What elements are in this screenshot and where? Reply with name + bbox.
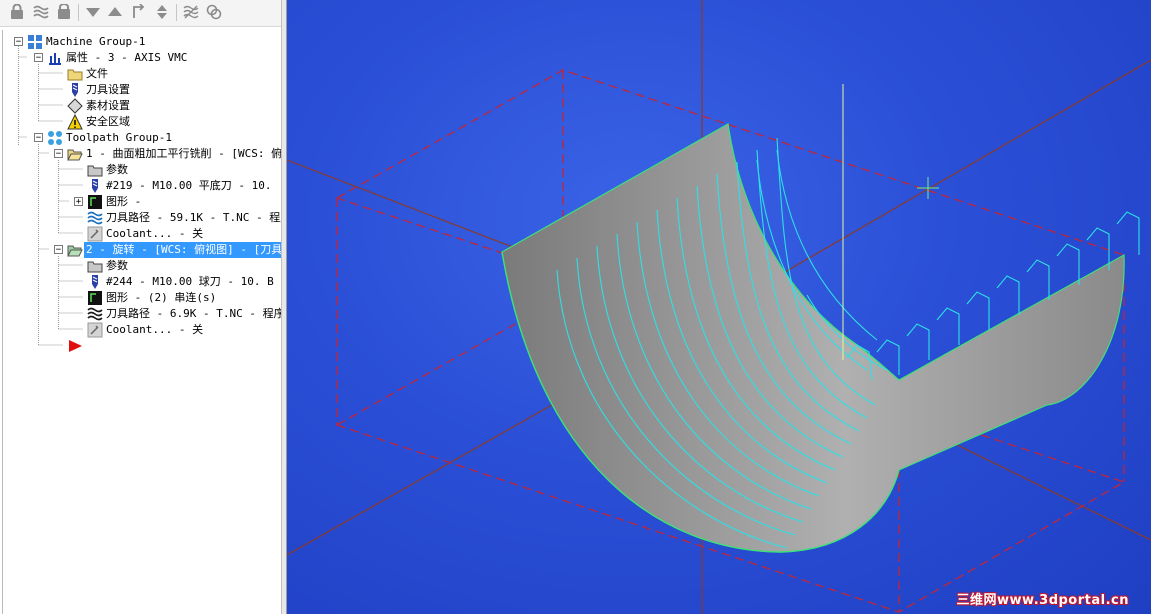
tool-icon [67,82,83,98]
tree-item-label: 参数 [106,259,128,272]
stock-diamond-icon [67,98,83,114]
tree-item-label: Coolant... - 关 [106,323,204,336]
collapse-toggle[interactable]: − [14,37,23,47]
warning-icon [67,113,83,130]
tree-item-op1-params[interactable]: 参数 [87,162,128,178]
tree-item-toolpath-group[interactable]: Toolpath Group-1 [47,130,172,146]
collapse-toggle[interactable]: − [54,245,63,255]
tree-item-op2-tool[interactable]: #244 - M10.00 球刀 - 10. B [87,274,274,290]
coolant-icon [87,322,103,338]
tree-item-op1-toolpath[interactable]: 刀具路径 - 59.1K - T.NC - 程序 [87,210,286,226]
toolpath-icon [87,306,103,322]
toolpath-icon [87,210,103,226]
open-folder-icon [67,146,83,162]
arrow-up-icon[interactable] [106,3,124,21]
tree-item-label: 安全区域 [86,115,130,128]
coolant-icon [87,226,103,242]
lock-icon[interactable] [8,3,26,21]
toolpath-group-icon [47,130,63,146]
tree-item-label: #244 - M10.00 球刀 - 10. B [106,275,274,288]
expand-toggle[interactable]: + [74,197,83,207]
toolbar-separator [176,4,177,21]
tree-item-safety-zone[interactable]: 安全区域 [67,113,130,130]
toolpath-icon[interactable] [32,3,50,21]
tree-item-label: Machine Group-1 [46,35,146,48]
params-folder-icon [87,258,103,274]
tree-item-stock-settings[interactable]: 素材设置 [67,98,130,114]
tree-item-properties[interactable]: 属性 - 3 - AXIS VMC [47,50,187,66]
tree-item-label: 图形 - [106,195,142,208]
tree-item-operation-1[interactable]: 1 - 曲面粗加工平行铣削 - [WCS: 俯 [67,146,282,162]
operations-tree: − − − − + − Machine Group-1 属性 - 3 - AXI… [2,30,286,614]
return-icon[interactable] [130,3,148,21]
properties-icon [47,50,63,66]
tree-item-op2-geometry[interactable]: 图形 - (2) 串连(s) [87,290,216,306]
geometry-icon [87,194,103,210]
tree-item-op1-geometry[interactable]: 图形 - [87,194,141,210]
machine-group-icon [27,34,43,50]
graphics-viewport[interactable]: 三维网www.3dportal.cn [287,0,1151,614]
tree-item-label: 刀具路径 - 6.9K - T.NC - 程序 [106,307,285,320]
tree-item-label: 文件 [86,67,108,80]
tree-item-label: #219 - M10.00 平底刀 - 10. [106,179,272,192]
tree-item-op2-coolant[interactable]: Coolant... - 关 [87,322,203,338]
open-folder-icon [67,242,83,258]
stock-icon[interactable] [55,3,73,21]
tree-item-label: 素材设置 [86,99,130,112]
tree-item-machine-group[interactable]: Machine Group-1 [27,34,145,50]
collapse-toggle[interactable]: − [34,133,43,143]
insert-arrow-icon [67,338,83,354]
operations-toolbar [0,0,286,27]
verify-icon[interactable] [205,3,223,21]
tree-item-op1-tool[interactable]: #219 - M10.00 平底刀 - 10. [87,178,271,194]
tree-item-label: 刀具设置 [86,83,130,96]
tree-item-label: Toolpath Group-1 [66,131,172,144]
part-surface [501,123,1125,553]
tool-icon [87,178,103,194]
model-view [287,0,1151,614]
toolbar-separator [78,4,79,21]
operations-manager-panel: − − − − + − Machine Group-1 属性 - 3 - AXI… [0,0,286,614]
origin-crosshair [917,177,939,199]
tree-item-tool-settings[interactable]: 刀具设置 [67,82,130,98]
tree-item-operation-2[interactable]: 2 - 旋转 - [WCS: 俯视图] - [刀具 [67,242,285,258]
folder-icon [67,66,83,82]
watermark: 三维网www.3dportal.cn [956,593,1129,608]
insert-arrow[interactable] [67,338,86,354]
tool-icon [87,274,103,290]
arrow-down-icon[interactable] [84,3,102,21]
params-folder-icon [87,162,103,178]
regen-icon[interactable] [182,3,200,21]
tree-item-label: Coolant... - 关 [106,227,204,240]
tree-item-op2-toolpath[interactable]: 刀具路径 - 6.9K - T.NC - 程序 [87,306,285,322]
tree-item-files[interactable]: 文件 [67,66,108,82]
geometry-icon [87,290,103,306]
collapse-toggle[interactable]: − [34,53,43,63]
tree-item-label: 1 - 曲面粗加工平行铣削 - [WCS: 俯 [86,147,283,160]
tree-item-op2-params[interactable]: 参数 [87,258,128,274]
collapse-toggle[interactable]: − [54,149,63,159]
tree-item-label: 图形 - (2) 串连(s) [106,291,217,304]
tree-item-label: 刀具路径 - 59.1K - T.NC - 程序 [106,211,286,224]
tree-item-label: 参数 [106,163,128,176]
tree-item-op1-coolant[interactable]: Coolant... - 关 [87,226,203,242]
updown-icon[interactable] [153,3,171,21]
tree-item-label: 属性 - 3 - AXIS VMC [66,51,188,64]
tree-item-label: 2 - 旋转 - [WCS: 俯视图] - [刀具 [84,242,285,258]
